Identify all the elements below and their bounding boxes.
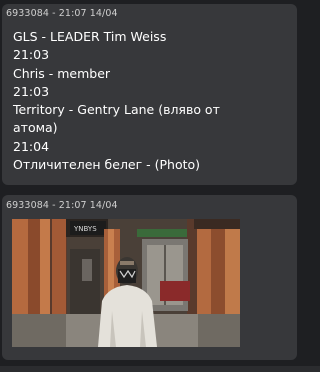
message-line: Chris - member xyxy=(13,65,111,81)
message-meta: 6933084 - 21:07 14/04 xyxy=(6,200,118,211)
message-body: GLS - LEADER Tim Weiss 21:03 Chris - mem… xyxy=(13,28,293,174)
message-line: 21:03 xyxy=(13,47,50,63)
message-line: 21:04 xyxy=(13,138,50,154)
message-line: GLS - LEADER Tim Weiss xyxy=(13,29,167,44)
message-line: Отличителен белег - (Photo) xyxy=(13,157,201,173)
message-card: 6933084 - 21:07 14/04 GLS - LEADER Tim W… xyxy=(2,4,297,185)
message-line: 21:03 xyxy=(13,83,50,99)
photo-sign-text: YNBYS xyxy=(73,225,97,233)
message-line: атома) xyxy=(13,120,58,136)
next-message-edge xyxy=(0,366,320,372)
photo-scene: YNBYS xyxy=(12,219,240,347)
attached-photo[interactable]: YNBYS xyxy=(12,219,240,347)
message-meta: 6933084 - 21:07 14/04 xyxy=(6,8,118,19)
message-card: 6933084 - 21:07 14/04 YNBYS xyxy=(2,195,297,360)
message-line: Territory - Gentry Lane (вляво от xyxy=(13,102,220,118)
